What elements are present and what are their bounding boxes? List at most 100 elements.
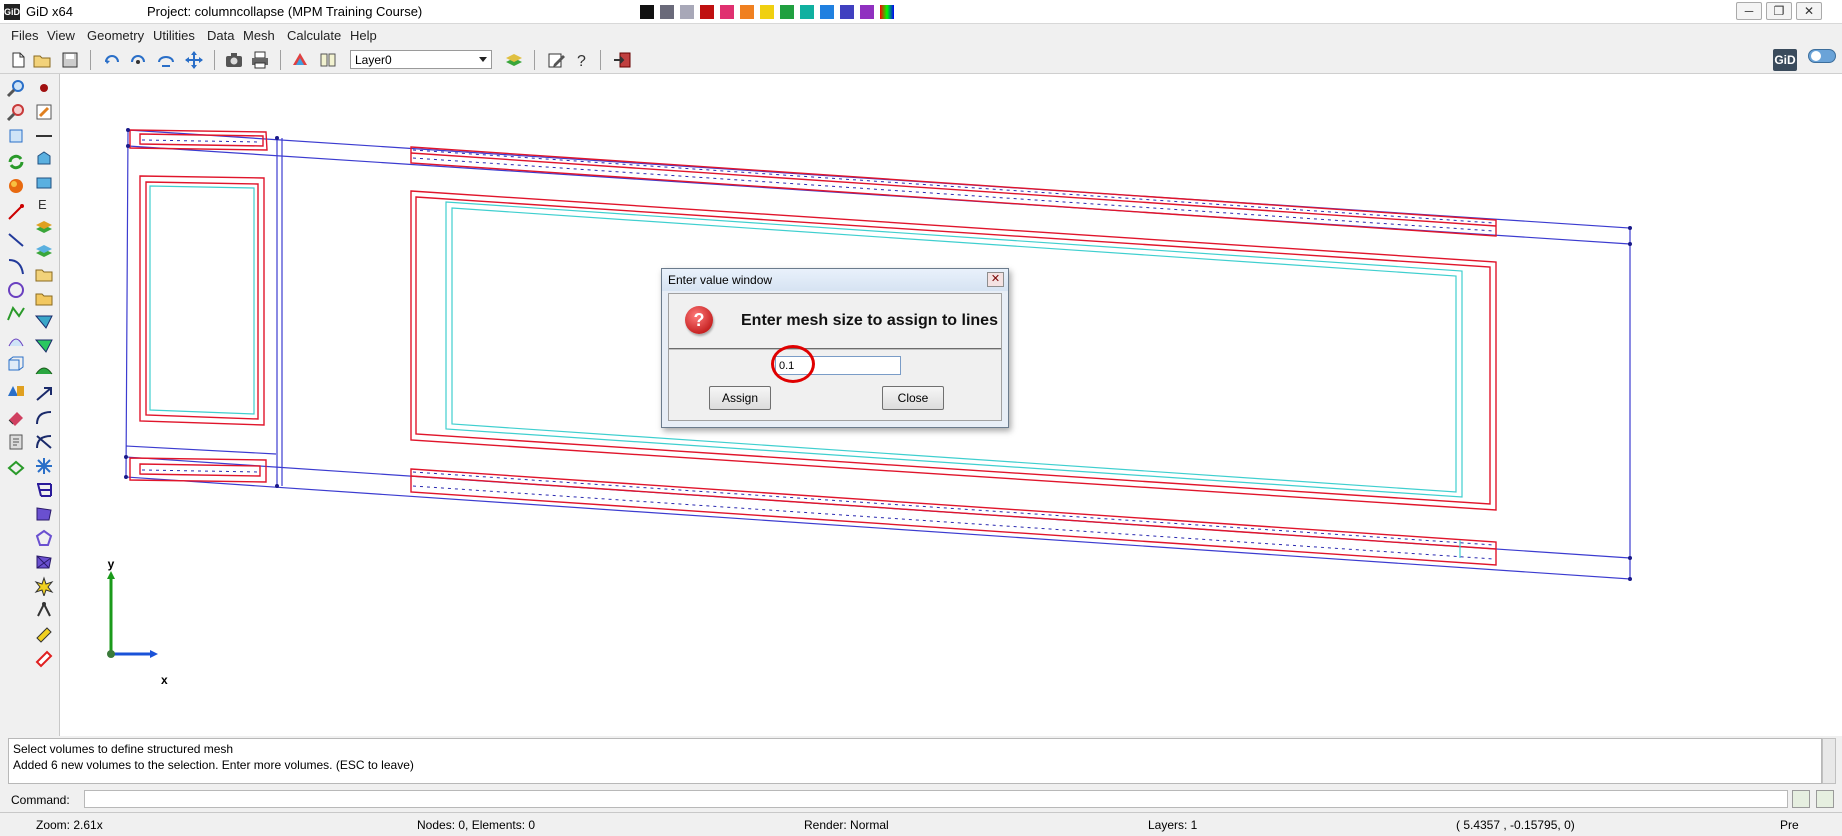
assign-sizes-icon[interactable]	[34, 336, 54, 356]
toolbar-separator	[534, 50, 535, 70]
move-icon[interactable]	[34, 384, 54, 404]
boundary-icon[interactable]	[34, 528, 54, 548]
layer-dropdown[interactable]: Layer0	[350, 50, 492, 69]
line-icon[interactable]	[6, 230, 26, 250]
status-layers: Layers: 1	[1148, 818, 1198, 832]
command-input[interactable]	[84, 790, 1788, 808]
zoom-frame-icon[interactable]	[6, 126, 26, 146]
rectangle-icon[interactable]	[34, 172, 54, 192]
status-coordinates: ( 5.4357 , -0.15795, 0)	[1456, 818, 1575, 832]
line-create-icon[interactable]	[34, 126, 54, 146]
status-zoom: Zoom: 2.61x	[36, 818, 103, 832]
exit-icon[interactable]	[612, 50, 632, 70]
camera-icon[interactable]	[224, 50, 244, 70]
folder-icon[interactable]	[34, 264, 54, 284]
nurbs-icon[interactable]	[34, 408, 54, 428]
toolbar-separator	[90, 50, 91, 70]
divide-icon[interactable]	[34, 456, 54, 476]
mesh-surface-icon[interactable]	[6, 458, 26, 478]
eraser-icon[interactable]	[6, 408, 26, 428]
dialog-title: Enter value window	[662, 269, 1008, 291]
arc-icon[interactable]	[6, 256, 26, 276]
message-console: Select volumes to define structured mesh…	[8, 738, 1822, 784]
print-icon[interactable]	[250, 50, 270, 70]
layers-alt-icon[interactable]	[34, 240, 54, 260]
window-title: Project: columncollapse (MPM Training Co…	[147, 4, 423, 19]
mesh-draw-icon[interactable]	[34, 648, 54, 668]
measure-icon[interactable]	[6, 432, 26, 452]
explode-icon[interactable]	[34, 576, 54, 596]
folder-open-icon[interactable]	[34, 288, 54, 308]
status-mode: Pre	[1780, 818, 1799, 832]
point-create-icon[interactable]	[34, 78, 54, 98]
menu-calculate[interactable]: Calculate	[287, 28, 341, 43]
menu-files[interactable]: Files	[11, 28, 38, 43]
help-icon[interactable]: ?	[572, 50, 592, 70]
menu-geometry[interactable]: Geometry	[87, 28, 144, 43]
zoom-frame-icon[interactable]	[156, 50, 176, 70]
text-icon[interactable]: E	[34, 194, 54, 214]
rotate-center-icon[interactable]	[128, 50, 148, 70]
enter-value-dialog: Enter value window ✕ ? Enter mesh size t…	[661, 268, 1009, 428]
point-icon[interactable]	[6, 202, 26, 222]
render-icon[interactable]	[6, 176, 26, 196]
view-icon[interactable]	[318, 50, 338, 70]
new-file-icon[interactable]	[8, 50, 28, 70]
surface-icon[interactable]	[6, 330, 26, 350]
pan-icon[interactable]	[184, 50, 204, 70]
app-name: GiD x64	[26, 4, 73, 19]
shapes-icon[interactable]	[6, 380, 26, 400]
redraw-icon[interactable]	[6, 152, 26, 172]
surface-mesh-icon[interactable]	[34, 360, 54, 380]
maximize-button[interactable]: ❐	[1766, 2, 1792, 20]
svg-text:?: ?	[577, 53, 586, 70]
assign-button[interactable]: Assign	[709, 386, 771, 410]
minimize-button[interactable]: ─	[1736, 2, 1762, 20]
render-icon[interactable]	[290, 50, 310, 70]
dialog-close-icon[interactable]: ✕	[987, 272, 1004, 287]
console-line: Added 6 new volumes to the selection. En…	[13, 758, 414, 772]
layers-icon[interactable]	[504, 50, 524, 70]
save-icon[interactable]	[60, 50, 80, 70]
command-grid-icon[interactable]	[1816, 790, 1834, 808]
console-scrollbar[interactable]	[1822, 738, 1836, 784]
command-label: Command:	[11, 793, 70, 807]
gid-logo-button[interactable]: GiD	[1773, 49, 1797, 71]
zoom-in-icon[interactable]	[6, 78, 26, 98]
axis-triad: y x	[107, 557, 168, 687]
menu-data[interactable]: Data	[207, 28, 234, 43]
svg-text:E: E	[38, 197, 47, 212]
tool-palette: E	[0, 74, 60, 736]
mode-toggle[interactable]	[1808, 49, 1836, 63]
rotate-icon[interactable]	[102, 50, 122, 70]
question-icon: ?	[685, 306, 713, 334]
polyline-icon[interactable]	[6, 304, 26, 324]
command-run-icon[interactable]	[1792, 790, 1810, 808]
dialog-body: ? Enter mesh size to assign to lines Ass…	[668, 293, 1002, 421]
hexa-icon[interactable]	[34, 504, 54, 524]
copy-icon[interactable]	[34, 432, 54, 452]
zoom-out-icon[interactable]	[6, 102, 26, 122]
menu-view[interactable]: View	[47, 28, 75, 43]
close-window-button[interactable]: ✕	[1796, 2, 1822, 20]
repair-icon[interactable]	[34, 624, 54, 644]
circle-icon[interactable]	[6, 280, 26, 300]
open-folder-icon[interactable]	[32, 50, 52, 70]
collapse-icon[interactable]	[34, 600, 54, 620]
menu-utilities[interactable]: Utilities	[153, 28, 195, 43]
tetra-icon[interactable]	[34, 552, 54, 572]
y-axis-label: y	[108, 557, 115, 571]
edit-pencil-icon[interactable]	[34, 102, 54, 122]
menu-help[interactable]: Help	[350, 28, 377, 43]
structured-mesh-icon[interactable]	[34, 312, 54, 332]
volume-icon[interactable]	[6, 354, 26, 374]
close-button[interactable]: Close	[882, 386, 944, 410]
layers-icon[interactable]	[34, 216, 54, 236]
x-axis-arrow-icon	[150, 650, 158, 658]
status-render: Render: Normal	[804, 818, 889, 832]
grid-icon[interactable]	[34, 480, 54, 500]
toolbar-separator	[280, 50, 281, 70]
box-icon[interactable]	[34, 148, 54, 168]
edit-icon[interactable]	[546, 50, 566, 70]
menu-mesh[interactable]: Mesh	[243, 28, 275, 43]
